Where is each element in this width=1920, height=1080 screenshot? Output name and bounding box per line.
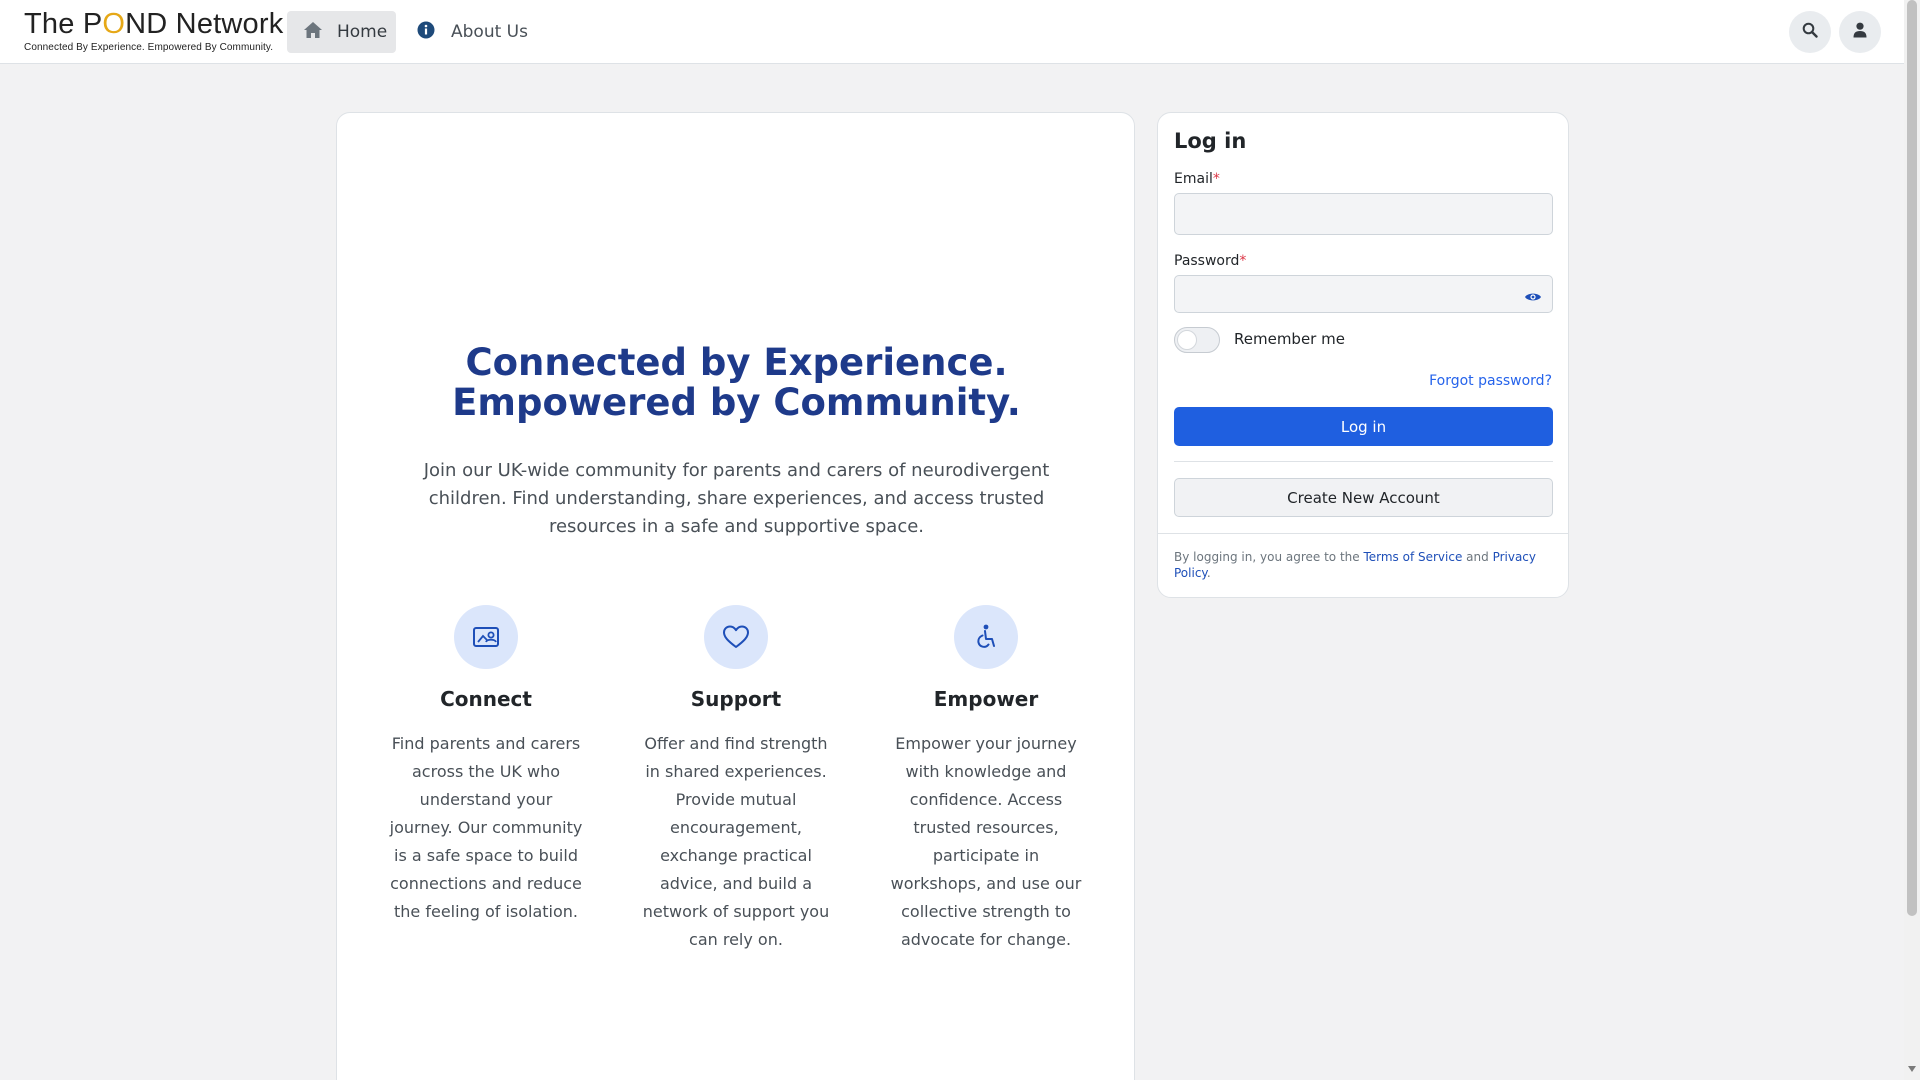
search-button[interactable]: [1789, 11, 1831, 53]
terms-notice: By logging in, you agree to the Terms of…: [1174, 550, 1537, 580]
show-password-icon[interactable]: [1524, 288, 1542, 307]
feature-empower-text: Empower your journey with knowledge and …: [890, 734, 1082, 949]
top-navbar: The POND Network Connected By Experience…: [0, 0, 1904, 64]
forgot-password-link[interactable]: Forgot password?: [1429, 373, 1552, 389]
home-icon: [303, 21, 323, 44]
login-card: Log in Email* Password* Remember me Forg…: [1157, 112, 1569, 598]
search-icon: [1802, 22, 1818, 42]
feature-empower-title: Empower: [933, 687, 1039, 711]
remember-me-label: Remember me: [1234, 330, 1345, 348]
login-button[interactable]: Log in: [1174, 407, 1553, 446]
nav-about-label: About Us: [451, 22, 528, 42]
password-field[interactable]: [1174, 275, 1553, 313]
connect-icon: [454, 605, 518, 669]
info-icon: [417, 21, 435, 44]
logo-title: The POND Network: [24, 8, 284, 40]
scrollbar-thumb[interactable]: [1907, 0, 1917, 916]
logo-tagline: Connected By Experience. Empowered By Co…: [24, 42, 274, 53]
feature-support-title: Support: [690, 687, 782, 711]
hero-title: Connected by Experience. Empowered by Co…: [452, 341, 1021, 424]
email-field[interactable]: [1174, 193, 1553, 235]
login-title: Log in: [1174, 129, 1247, 153]
feature-support-text: Offer and find strength in shared experi…: [642, 734, 830, 949]
hero-subtitle: Join our UK-wide community for parents a…: [423, 460, 1050, 537]
page-scrollbar[interactable]: [1904, 0, 1920, 1080]
scroll-down-arrow-icon[interactable]: [1908, 1066, 1916, 1072]
feature-support: Support Offer and find strength in share…: [636, 605, 836, 954]
divider: [1158, 533, 1568, 534]
hero-card: Connected by Experience. Empowered by Co…: [336, 112, 1135, 1080]
nav-home-label: Home: [337, 22, 388, 42]
heart-icon: [704, 605, 768, 669]
feature-connect-text: Find parents and carers across the UK wh…: [389, 734, 583, 921]
accessibility-icon: [954, 605, 1018, 669]
feature-connect-title: Connect: [440, 687, 532, 711]
site-logo[interactable]: The POND Network Connected By Experience…: [24, 8, 283, 53]
feature-empower: Empower Empower your journey with knowle…: [886, 605, 1086, 954]
user-icon: [1853, 22, 1867, 42]
divider: [1174, 461, 1553, 462]
password-label: Password*: [1174, 253, 1247, 269]
toggle-knob: [1177, 330, 1197, 350]
user-menu-button[interactable]: [1839, 11, 1881, 53]
email-label: Email*: [1174, 171, 1220, 187]
feature-connect: Connect Find parents and carers across t…: [386, 605, 586, 926]
create-account-button[interactable]: Create New Account: [1174, 478, 1553, 517]
nav-about-link[interactable]: About Us: [417, 11, 528, 53]
remember-me-toggle[interactable]: [1174, 327, 1220, 353]
nav-home-link[interactable]: Home: [287, 11, 396, 53]
terms-of-service-link[interactable]: Terms of Service: [1363, 550, 1462, 564]
